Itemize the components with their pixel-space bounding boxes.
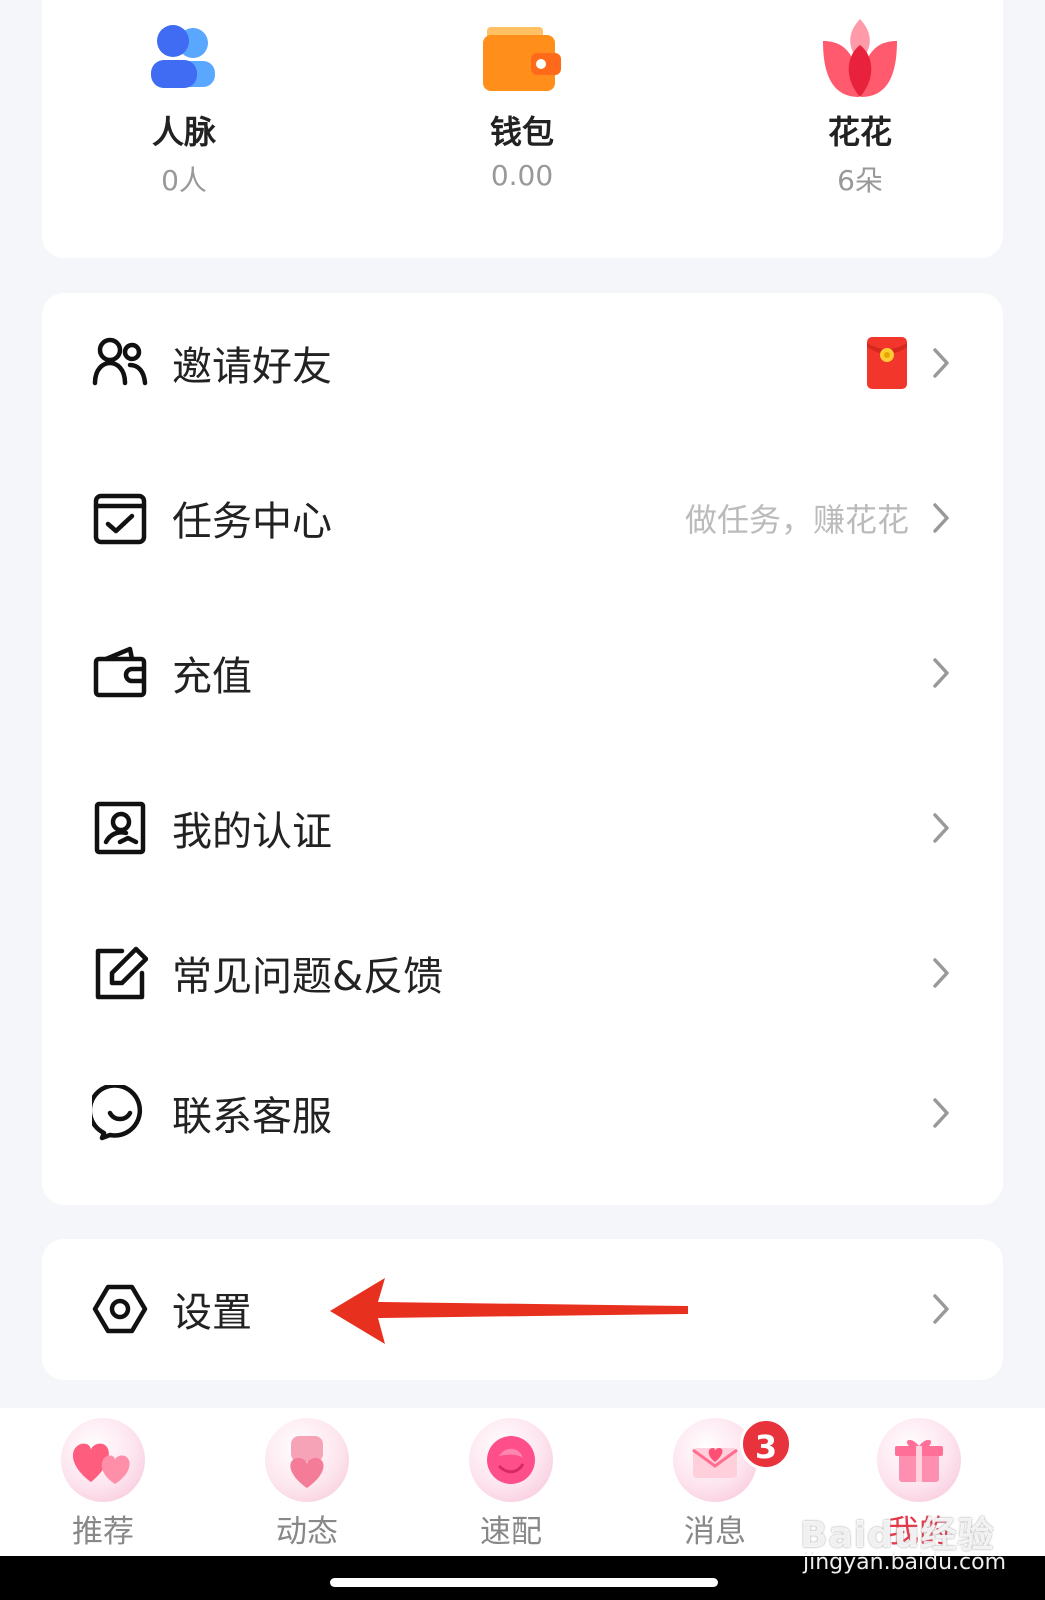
- tab-recommend[interactable]: 推荐: [28, 1418, 178, 1551]
- flower-icon: [823, 19, 897, 97]
- hearts-icon: [61, 1418, 145, 1502]
- menu-item-label: 任务中心: [172, 499, 332, 545]
- stat-value: 0.00: [490, 159, 554, 192]
- menu-item-task-center[interactable]: 任务中心 做任务，赚花花: [42, 458, 1003, 578]
- menu-item-faq-feedback[interactable]: 常见问题&反馈: [42, 913, 1003, 1033]
- stats-card: 人脉 0人 钱包 0.00 花花 6朵: [42, 0, 1003, 258]
- stat-contacts[interactable]: 人脉 0人: [74, 15, 294, 199]
- tab-moments[interactable]: 动态: [232, 1418, 382, 1551]
- stat-wallet[interactable]: 钱包 0.00: [412, 15, 632, 192]
- rose-icon: [469, 1418, 553, 1502]
- stat-label: 花花: [827, 113, 892, 151]
- chevron-right-icon: [933, 348, 949, 378]
- wallet-icon: [483, 27, 561, 91]
- home-indicator[interactable]: [330, 1578, 718, 1587]
- tab-label: 推荐: [72, 1514, 134, 1550]
- chevron-right-icon: [933, 503, 949, 533]
- tab-label: 动态: [276, 1514, 338, 1550]
- menu-item-label: 联系客服: [172, 1094, 332, 1140]
- stat-value: 6朵: [837, 164, 883, 197]
- menu-item-recharge[interactable]: 充值: [42, 613, 1003, 733]
- menu-item-label: 邀请好友: [172, 344, 332, 390]
- heart-box-icon: [265, 1418, 349, 1502]
- tab-messages[interactable]: 消息 3: [640, 1418, 792, 1551]
- verification-portrait-icon: [94, 801, 146, 855]
- tab-label: 消息: [684, 1514, 746, 1550]
- settings-hexagon-icon: [92, 1284, 148, 1334]
- watermark-url: jingyan.baidu.com: [803, 1550, 1007, 1575]
- stat-label: 钱包: [489, 113, 554, 151]
- menu-card: 邀请好友 任务中心 做任务，赚花花 充值 我的认证 常见问题&反馈 联系客服: [42, 293, 1003, 1205]
- chevron-right-icon: [933, 1098, 949, 1128]
- chevron-right-icon: [933, 813, 949, 843]
- annotation-arrow: [330, 1278, 688, 1344]
- menu-item-label: 充值: [172, 654, 252, 700]
- menu-item-hint: 做任务，赚花花: [684, 501, 909, 539]
- unread-badge: 3: [740, 1418, 792, 1470]
- red-packet-icon: [867, 337, 907, 389]
- tab-quick-match[interactable]: 速配: [436, 1418, 586, 1551]
- stat-label: 人脉: [151, 113, 216, 151]
- chevron-right-icon: [933, 658, 949, 688]
- chat-service-icon: [92, 1085, 143, 1141]
- chevron-right-icon: [933, 958, 949, 988]
- menu-item-invite-friends[interactable]: 邀请好友: [42, 303, 1003, 423]
- menu-item-label: 常见问题&反馈: [172, 954, 444, 1000]
- task-checkbox-icon: [93, 493, 147, 545]
- chevron-right-icon: [933, 1294, 949, 1324]
- menu-item-customer-service[interactable]: 联系客服: [42, 1053, 1003, 1173]
- gift-icon: [877, 1418, 961, 1502]
- invite-friends-icon: [92, 337, 148, 386]
- stat-value: 0人: [161, 164, 207, 197]
- menu-item-label: 设置: [172, 1290, 252, 1336]
- edit-feedback-icon: [95, 946, 148, 1000]
- tab-label: 速配: [480, 1514, 542, 1550]
- stat-flowers[interactable]: 花花 6朵: [750, 15, 970, 199]
- contacts-icon: [151, 25, 215, 88]
- menu-item-verification[interactable]: 我的认证: [42, 768, 1003, 888]
- menu-item-label: 我的认证: [172, 809, 332, 855]
- wallet-outline-icon: [93, 646, 147, 698]
